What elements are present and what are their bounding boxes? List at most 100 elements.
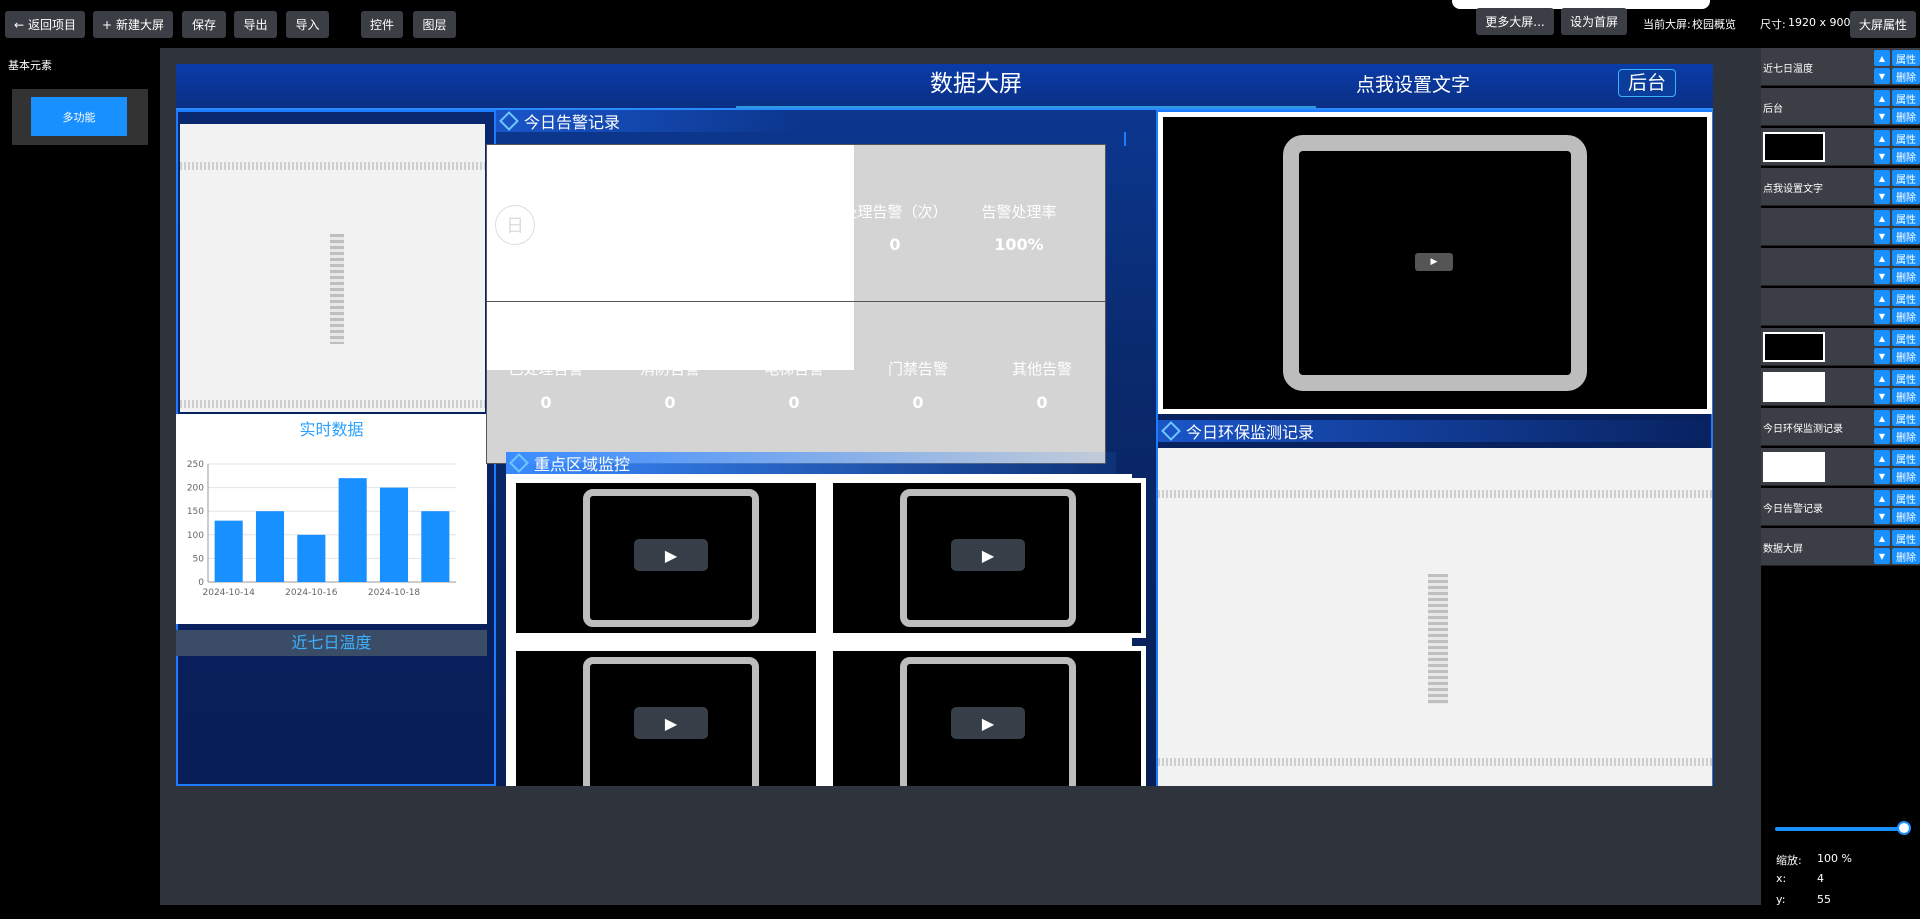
layer-move-up-icon[interactable]: ▲ [1874, 130, 1890, 146]
layer-move-up-icon[interactable]: ▲ [1874, 250, 1890, 266]
left-top-widget[interactable] [180, 124, 485, 412]
layer-delete-button[interactable]: 删除 [1892, 268, 1920, 284]
layer-move-down-icon[interactable]: ▼ [1874, 188, 1890, 204]
play-icon[interactable]: ▶ [1415, 253, 1453, 271]
zoom-slider-track[interactable] [1775, 827, 1905, 831]
layer-move-down-icon[interactable]: ▼ [1874, 548, 1890, 564]
main-video-widget[interactable]: ▶ [1158, 112, 1712, 414]
alarm-section-title[interactable]: 今日告警记录 [496, 110, 796, 132]
monitor-video-3[interactable]: ▶ [511, 646, 821, 786]
layers-button[interactable]: 图层 [413, 11, 456, 38]
layer-move-down-icon[interactable]: ▼ [1874, 348, 1890, 364]
layer-move-down-icon[interactable]: ▼ [1874, 428, 1890, 444]
layer-delete-button[interactable]: 删除 [1892, 548, 1920, 564]
canvas-title[interactable]: 数据大屏 [896, 64, 1056, 98]
layer-row[interactable]: ▲ ▼ 属性删除 [1761, 248, 1920, 286]
layer-move-down-icon[interactable]: ▼ [1874, 268, 1890, 284]
layer-attr-button[interactable]: 属性 [1892, 410, 1920, 426]
play-icon[interactable]: ▶ [634, 539, 708, 571]
layer-row[interactable]: ▲ ▼ 属性删除 [1761, 288, 1920, 326]
play-icon[interactable]: ▶ [951, 707, 1025, 739]
layer-row[interactable]: ▲ ▼ 属性删除 [1761, 128, 1920, 166]
layer-delete-button[interactable]: 删除 [1892, 508, 1920, 524]
layer-attr-button[interactable]: 属性 [1892, 210, 1920, 226]
import-button[interactable]: 导入 [286, 11, 329, 38]
zoom-slider-knob[interactable] [1897, 821, 1911, 835]
layer-attr-button[interactable]: 属性 [1892, 330, 1920, 346]
layer-attr-button[interactable]: 属性 [1892, 170, 1920, 186]
layer-attr-button[interactable]: 属性 [1892, 130, 1920, 146]
layer-delete-button[interactable]: 删除 [1892, 188, 1920, 204]
export-button[interactable]: 导出 [234, 11, 277, 38]
layer-move-down-icon[interactable]: ▼ [1874, 68, 1890, 84]
env-section-title[interactable]: 今日环保监测记录 [1158, 420, 1712, 442]
layer-row[interactable]: ▲ ▼ 属性删除 [1761, 448, 1920, 486]
layer-attr-button[interactable]: 属性 [1892, 490, 1920, 506]
layer-delete-button[interactable]: 删除 [1892, 388, 1920, 404]
set-text-label[interactable]: 点我设置文字 [1356, 70, 1470, 97]
monitor-video-4[interactable]: ▶ [828, 646, 1146, 786]
save-button[interactable]: 保存 [182, 11, 226, 38]
layer-move-up-icon[interactable]: ▲ [1874, 370, 1890, 386]
layer-row[interactable]: 点我设置文字 ▲ ▼ 属性 删除 [1761, 168, 1920, 206]
realtime-data-chart[interactable]: 实时数据 0 50 100 150 200 250 2024-10-14 2024-10-16… [176, 414, 487, 624]
layer-attr-button[interactable]: 属性 [1892, 90, 1920, 106]
new-screen-button[interactable]: + 新建大屏 [93, 11, 173, 38]
layer-move-down-icon[interactable]: ▼ [1874, 388, 1890, 404]
layer-delete-button[interactable]: 删除 [1892, 428, 1920, 444]
env-record-widget[interactable] [1158, 448, 1712, 786]
layer-move-down-icon[interactable]: ▼ [1874, 508, 1890, 524]
layer-attr-button[interactable]: 属性 [1892, 290, 1920, 306]
layer-row[interactable]: ▲ ▼ 属性删除 [1761, 368, 1920, 406]
layer-move-up-icon[interactable]: ▲ [1874, 170, 1890, 186]
layer-delete-button[interactable]: 删除 [1892, 228, 1920, 244]
set-home-button[interactable]: 设为首屏 [1561, 8, 1627, 35]
more-screens-button[interactable]: 更多大屏... [1476, 8, 1554, 35]
layer-row[interactable]: 近七日温度 ▲ ▼ 属性 删除 [1761, 48, 1920, 86]
layer-attr-button[interactable]: 属性 [1892, 530, 1920, 546]
layer-row[interactable]: 后台 ▲ ▼ 属性 删除 [1761, 88, 1920, 126]
layer-move-down-icon[interactable]: ▼ [1874, 108, 1890, 124]
layer-delete-button[interactable]: 删除 [1892, 468, 1920, 484]
layer-delete-button[interactable]: 删除 [1892, 108, 1920, 124]
monitor-video-1[interactable]: ▶ [511, 478, 821, 638]
layer-row[interactable]: ▲ ▼ 属性删除 [1761, 208, 1920, 246]
layer-row[interactable]: 今日告警记录 ▲ ▼ 属性 删除 [1761, 488, 1920, 526]
layer-move-up-icon[interactable]: ▲ [1874, 290, 1890, 306]
back-to-project-button[interactable]: ← 返回项目 [5, 11, 85, 38]
controls-button[interactable]: 控件 [361, 11, 403, 38]
play-icon[interactable]: ▶ [634, 707, 708, 739]
layer-move-up-icon[interactable]: ▲ [1874, 490, 1890, 506]
layer-move-down-icon[interactable]: ▼ [1874, 468, 1890, 484]
layer-row[interactable]: ▲ ▼ 属性删除 [1761, 328, 1920, 366]
layer-move-down-icon[interactable]: ▼ [1874, 228, 1890, 244]
layer-row[interactable]: 数据大屏 ▲ ▼ 属性 删除 [1761, 528, 1920, 566]
play-icon[interactable]: ▶ [951, 539, 1025, 571]
layer-move-up-icon[interactable]: ▲ [1874, 530, 1890, 546]
layer-move-down-icon[interactable]: ▼ [1874, 308, 1890, 324]
layer-attr-button[interactable]: 属性 [1892, 450, 1920, 466]
backend-button[interactable]: 后台 [1618, 69, 1676, 97]
temperature-title[interactable]: 近七日温度 [176, 630, 487, 656]
layer-move-up-icon[interactable]: ▲ [1874, 450, 1890, 466]
layer-move-up-icon[interactable]: ▲ [1874, 50, 1890, 66]
layer-move-up-icon[interactable]: ▲ [1874, 330, 1890, 346]
layer-delete-button[interactable]: 删除 [1892, 308, 1920, 324]
layer-move-up-icon[interactable]: ▲ [1874, 210, 1890, 226]
monitor-video-2[interactable]: ▶ [828, 478, 1146, 638]
layer-attr-button[interactable]: 属性 [1892, 370, 1920, 386]
layer-move-up-icon[interactable]: ▲ [1874, 90, 1890, 106]
layer-attr-button[interactable]: 属性 [1892, 250, 1920, 266]
screen-canvas[interactable]: 数据大屏 点我设置文字 后台 实时数据 0 50 100 150 200 250 2024-… [176, 64, 1713, 786]
monitor-section-title[interactable]: 重点区域监控 [506, 452, 1116, 474]
multi-function-element[interactable]: 多功能 [31, 97, 127, 136]
layer-attr-button[interactable]: 属性 [1892, 50, 1920, 66]
screen-properties-button[interactable]: 大屏属性 [1850, 11, 1916, 38]
layer-delete-button[interactable]: 删除 [1892, 348, 1920, 364]
layer-delete-button[interactable]: 删除 [1892, 148, 1920, 164]
layer-move-down-icon[interactable]: ▼ [1874, 148, 1890, 164]
layer-row[interactable]: 今日环保监测记录 ▲ ▼ 属性 删除 [1761, 408, 1920, 446]
layer-delete-button[interactable]: 删除 [1892, 68, 1920, 84]
layer-move-up-icon[interactable]: ▲ [1874, 410, 1890, 426]
alarm-panel[interactable]: 日 处理告警（次） 0 告警处理率 100% 已处理告警 0 消防告警 0 电梯… [486, 144, 1106, 464]
